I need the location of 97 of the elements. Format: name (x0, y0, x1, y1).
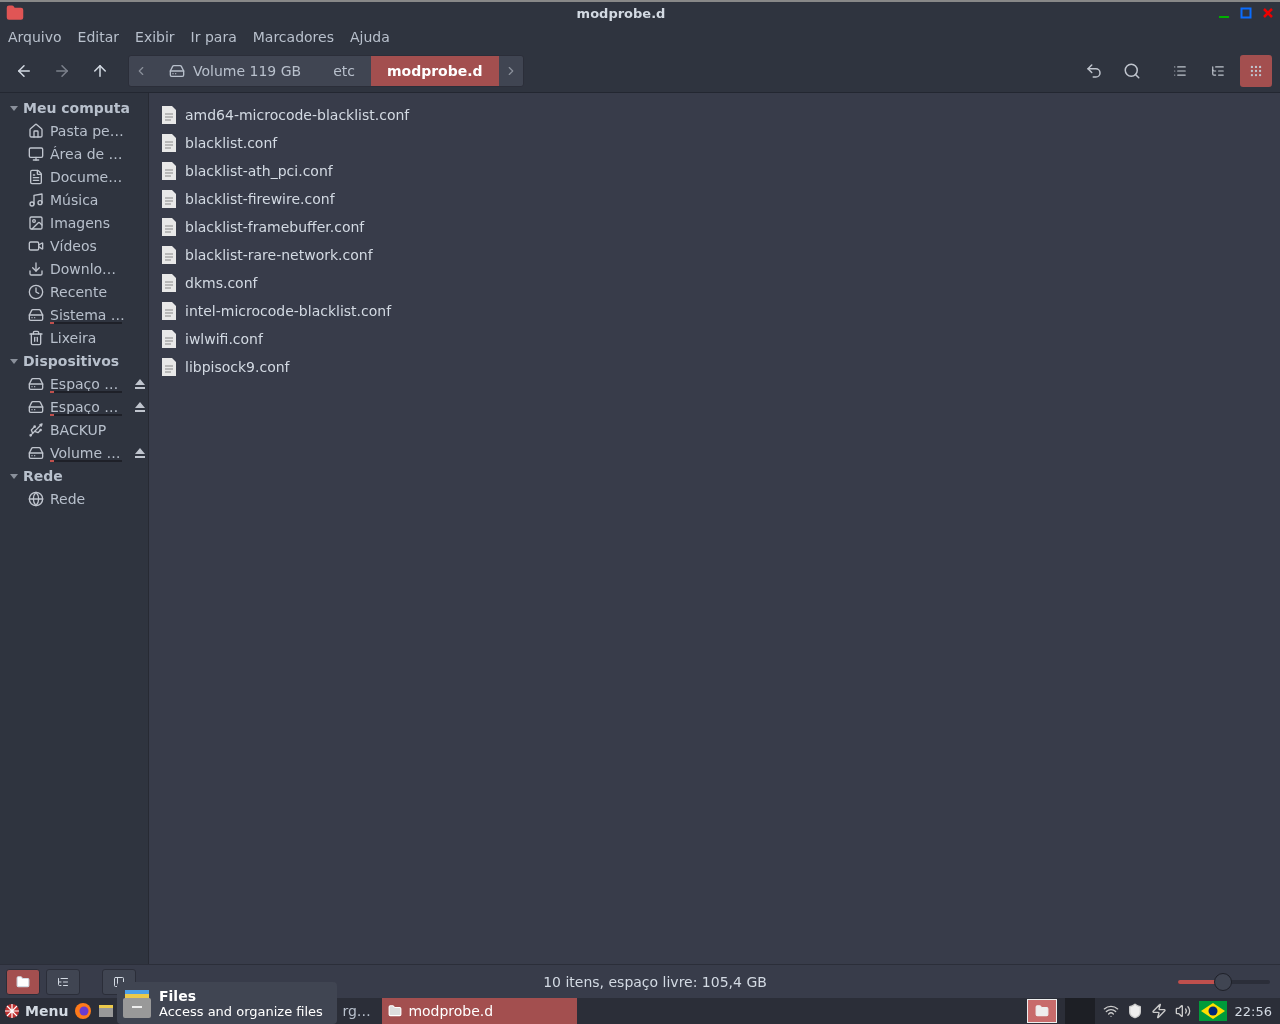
browser-icon[interactable] (74, 1002, 93, 1020)
folder-icon (16, 974, 30, 989)
trash-icon (28, 329, 44, 346)
file-manager-icon (123, 988, 151, 1018)
sidebar-item[interactable]: Recente (0, 280, 148, 303)
sidebar-item[interactable]: Sistema … (0, 303, 148, 326)
places-panel-button[interactable] (6, 968, 40, 995)
file-item[interactable]: blacklist-rare-network.conf (161, 241, 1268, 269)
sidebar-section-title[interactable]: Rede (23, 467, 63, 484)
shield-icon (1126, 1003, 1143, 1019)
menu-item[interactable]: Arquivo (8, 29, 62, 45)
text-file-icon (161, 105, 177, 125)
text-file-icon (161, 245, 177, 265)
text-file-icon (161, 329, 177, 349)
sidebar-item[interactable]: Lixeira (0, 326, 148, 349)
folder-icon (6, 4, 24, 22)
globe-icon (28, 490, 44, 507)
file-item[interactable]: blacklist-ath_pci.conf (161, 157, 1268, 185)
clock-icon (28, 283, 44, 300)
drive-icon (28, 444, 44, 461)
text-file-icon (161, 189, 177, 209)
grid-view-button[interactable] (1240, 55, 1272, 87)
eject-icon[interactable] (134, 446, 146, 459)
tooltip-title: Files (159, 987, 197, 1004)
music-icon (28, 191, 44, 208)
status-text: 10 itens, espaço livre: 105,4 GB (542, 973, 768, 990)
breadcrumb-button[interactable]: modprobe.d (370, 56, 499, 86)
text-file-icon (161, 273, 177, 293)
menu-item[interactable]: Ir para (190, 29, 237, 45)
flag-icon[interactable] (1198, 1001, 1227, 1021)
sidebar-item[interactable]: Pasta pe… (0, 119, 148, 142)
eject-icon[interactable] (134, 400, 146, 413)
maximize-icon[interactable] (1240, 7, 1252, 19)
eject-icon[interactable] (134, 377, 146, 390)
workspace-button[interactable] (1026, 999, 1057, 1023)
sidebar-item[interactable]: Rede (0, 487, 148, 510)
text-file-icon (161, 217, 177, 237)
sidebar-item[interactable]: Downlo… (0, 257, 148, 280)
breadcrumb-button[interactable]: etc (317, 56, 371, 86)
close-icon[interactable] (1262, 7, 1274, 19)
file-manager-icon[interactable] (98, 1003, 115, 1019)
search-icon (1123, 62, 1141, 80)
sidebar-item[interactable]: Imagens (0, 211, 148, 234)
slider-thumb[interactable] (1214, 972, 1232, 991)
wifi-icon (1102, 1003, 1119, 1019)
sidebar-section-title[interactable]: Meu computa (23, 99, 130, 116)
file-item[interactable]: blacklist.conf (161, 129, 1268, 157)
file-item[interactable]: blacklist-firewire.conf (161, 185, 1268, 213)
file-item[interactable]: intel-microcode-blacklist.conf (161, 297, 1268, 325)
menu-item[interactable]: Ajuda (349, 29, 390, 45)
compact-view-icon (1211, 64, 1225, 78)
menu-item[interactable]: Editar (77, 29, 120, 45)
sidebar-item[interactable]: Música (0, 188, 148, 211)
drive-icon (169, 63, 185, 79)
download-icon (28, 260, 44, 277)
start-menu-button[interactable]: Menu (4, 1003, 69, 1019)
menu-item[interactable]: Marcadores (252, 29, 334, 45)
sidebar-item[interactable]: BACKUP (0, 418, 148, 441)
image-icon (28, 214, 44, 231)
text-file-icon (161, 133, 177, 153)
file-item[interactable]: libpisock9.conf (161, 353, 1268, 381)
return-arrow-icon (1085, 62, 1103, 80)
sidebar-item[interactable]: Espaço … (0, 372, 148, 395)
text-file-icon (161, 301, 177, 321)
folder-icon (388, 1004, 403, 1018)
grid-view-icon (1249, 64, 1263, 78)
sidebar-item[interactable]: Vídeos (0, 234, 148, 257)
tree-icon (57, 975, 69, 988)
text-file-icon (161, 357, 177, 377)
window-title: modprobe.d (575, 5, 667, 21)
breadcrumb-button[interactable]: Volume 119 GB (153, 56, 318, 86)
clock[interactable]: 22:56 (1234, 1003, 1272, 1019)
file-item[interactable]: dkms.conf (161, 269, 1268, 297)
menu-item[interactable]: Exibir (135, 29, 175, 45)
volume-icon (1174, 1003, 1191, 1019)
monitor-icon (28, 145, 44, 162)
taskbar-window-button[interactable]: rg… (342, 1003, 377, 1019)
sidebar-item[interactable]: Espaço … (0, 395, 148, 418)
sidebar-item[interactable]: Volume … (0, 441, 148, 464)
tooltip-description: Access and organize files (159, 1003, 323, 1019)
file-item[interactable]: blacklist-framebuffer.conf (161, 213, 1268, 241)
tree-panel-button[interactable] (46, 968, 80, 995)
menu-logo-icon (4, 1003, 20, 1019)
sidebar-item[interactable]: Docume… (0, 165, 148, 188)
home-icon (28, 122, 44, 139)
document-icon (28, 168, 44, 185)
power-icon (1150, 1003, 1167, 1019)
sidebar-section-title[interactable]: Dispositivos (23, 352, 120, 369)
usb-icon (28, 421, 44, 438)
sidebar-item[interactable]: Área de … (0, 142, 148, 165)
taskbar-window-button[interactable]: modprobe.d (382, 998, 578, 1024)
list-view-icon (1173, 64, 1187, 78)
text-file-icon (161, 161, 177, 181)
file-item[interactable]: amd64-microcode-blacklist.conf (161, 101, 1268, 129)
file-item[interactable]: iwlwifi.conf (161, 325, 1268, 353)
folder-icon (1034, 1004, 1049, 1018)
arrow-right-icon (53, 62, 71, 80)
